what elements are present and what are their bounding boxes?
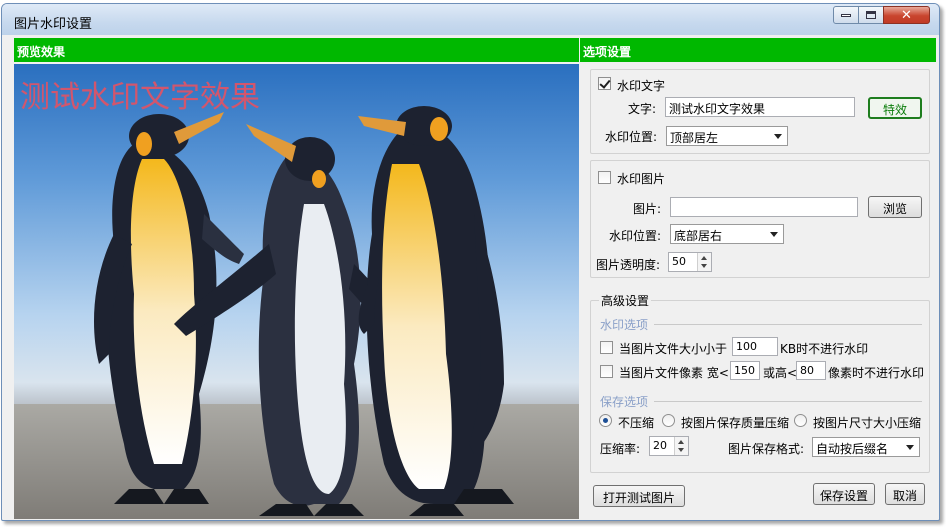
pixel-rule-checkbox[interactable]: [600, 365, 613, 378]
cancel-button[interactable]: 取消: [885, 483, 925, 505]
advanced-title: 高级设置: [599, 292, 652, 309]
image-path-field[interactable]: [670, 197, 858, 217]
format-select[interactable]: 自动按后缀名: [812, 437, 920, 457]
preview-header: 预览效果: [14, 38, 579, 62]
pixel-rule-mid: 或高<: [763, 366, 798, 380]
save-settings-button[interactable]: 保存设置: [813, 483, 875, 505]
effects-button[interactable]: 特效: [868, 97, 922, 119]
radio-size-compress-label: 按图片尺寸大小压缩: [813, 416, 922, 430]
divider: [654, 401, 922, 402]
image-watermark-checkbox[interactable]: [598, 171, 611, 184]
options-panel: 水印文字 文字: 测试水印文字效果 特效 水印位置: 顶部居左 水印图片 图片:…: [582, 64, 936, 519]
stepper-buttons[interactable]: [697, 253, 711, 271]
preview-watermark-text: 测试水印文字效果: [20, 80, 260, 115]
maximize-icon: [866, 11, 876, 19]
ratio-value: 20: [653, 439, 667, 452]
text-position-select[interactable]: 顶部居左: [666, 126, 788, 146]
close-icon: ✕: [901, 7, 912, 23]
pixel-width-field[interactable]: 150: [730, 361, 760, 380]
watermark-options-title: 水印选项: [600, 318, 649, 332]
options-header: 选项设置: [580, 38, 936, 62]
opacity-label: 图片透明度:: [596, 258, 661, 272]
minimize-icon: [841, 13, 851, 17]
stepper-buttons[interactable]: [674, 437, 688, 455]
radio-quality-compress[interactable]: [662, 414, 675, 427]
text-position-value: 顶部居左: [670, 131, 719, 145]
image-position-value: 底部居右: [674, 229, 723, 243]
down-arrow-icon: [701, 264, 707, 268]
open-test-image-button[interactable]: 打开测试图片: [593, 485, 685, 507]
size-rule-suffix: KB时不进行水印: [780, 342, 869, 356]
minimize-button[interactable]: [833, 6, 859, 24]
chevron-down-icon: [774, 134, 782, 139]
window-title: 图片水印设置: [14, 17, 93, 32]
text-watermark-checkbox[interactable]: [598, 77, 611, 90]
chevron-down-icon: [770, 232, 778, 237]
image-position-label: 水印位置:: [609, 229, 662, 243]
title-bar[interactable]: 图片水印设置 ✕: [2, 4, 939, 35]
image-label: 图片:: [633, 202, 662, 216]
size-limit-field[interactable]: 100: [732, 337, 778, 356]
preview-area: 测试水印文字效果: [14, 64, 579, 519]
size-rule-prefix: 当图片文件大小小于: [619, 342, 728, 356]
text-position-label: 水印位置:: [605, 130, 658, 144]
text-watermark-label: 水印文字: [617, 79, 666, 93]
format-value: 自动按后缀名: [816, 442, 889, 456]
down-arrow-icon: [678, 448, 684, 452]
divider: [654, 324, 922, 325]
format-label: 图片保存格式:: [728, 442, 805, 456]
up-arrow-icon: [701, 256, 707, 260]
pixel-rule-prefix: 当图片文件像素 宽<: [619, 366, 729, 380]
browse-button[interactable]: 浏览: [868, 196, 922, 218]
image-position-select[interactable]: 底部居右: [670, 224, 784, 244]
text-label: 文字:: [628, 102, 657, 116]
save-options-title: 保存选项: [600, 395, 649, 409]
penguin-photo: [14, 106, 579, 519]
close-button[interactable]: ✕: [883, 6, 930, 24]
maximize-button[interactable]: [858, 6, 884, 24]
pixel-height-field[interactable]: 80: [796, 361, 826, 380]
up-arrow-icon: [678, 440, 684, 444]
ratio-stepper[interactable]: 20: [649, 436, 689, 456]
watermark-settings-window: 图片水印设置 ✕ 预览效果 选项设置 测试水印文字效果 水印文字 文字: 测试水…: [1, 3, 940, 521]
size-rule-checkbox[interactable]: [600, 341, 613, 354]
watermark-text-field[interactable]: 测试水印文字效果: [665, 97, 855, 117]
radio-size-compress[interactable]: [794, 414, 807, 427]
radio-no-compress[interactable]: [599, 414, 612, 427]
radio-quality-compress-label: 按图片保存质量压缩: [681, 416, 790, 430]
pixel-rule-suffix: 像素时不进行水印: [828, 366, 925, 380]
ratio-label: 压缩率:: [600, 442, 641, 456]
opacity-value: 50: [672, 255, 686, 268]
radio-no-compress-label: 不压缩: [618, 416, 655, 430]
image-watermark-label: 水印图片: [617, 172, 666, 186]
chevron-down-icon: [906, 445, 914, 450]
opacity-stepper[interactable]: 50: [668, 252, 712, 272]
